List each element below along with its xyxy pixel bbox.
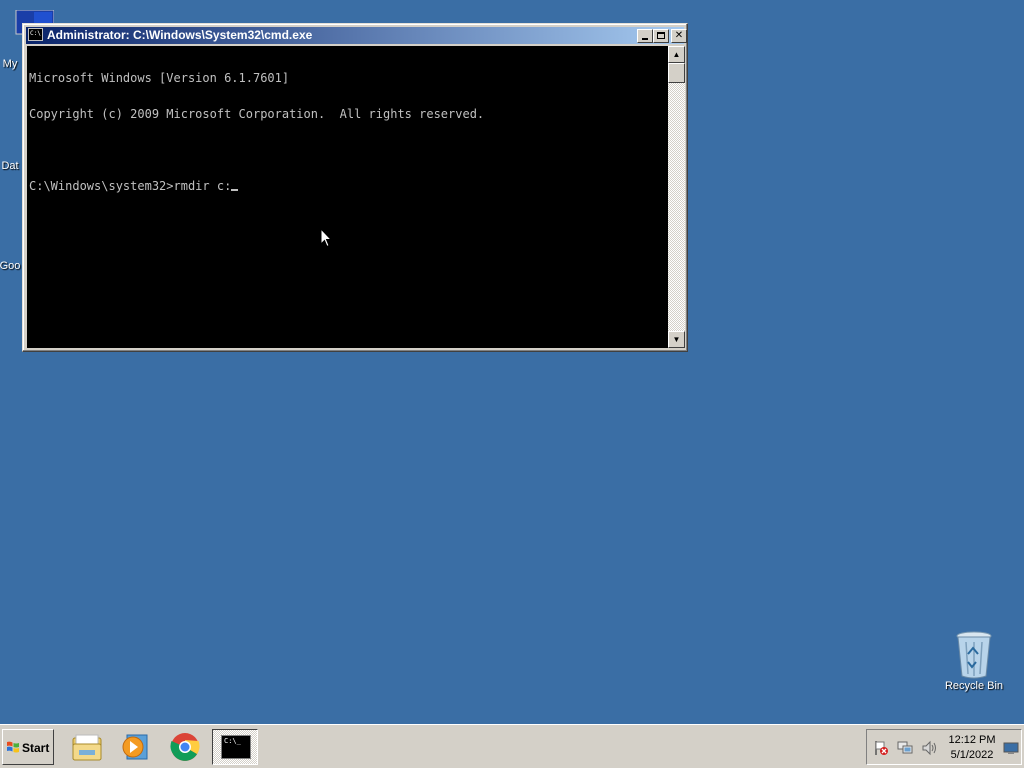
console-prompt-line: C:\Windows\system32>rmdir c: [29, 180, 670, 192]
network-icon[interactable] [897, 740, 913, 756]
start-button[interactable]: Start [2, 729, 54, 765]
maximize-button[interactable] [653, 29, 669, 43]
chrome-icon [170, 733, 200, 761]
taskbar-explorer-button[interactable] [64, 729, 110, 765]
recycle-bin-icon [954, 630, 994, 679]
media-player-icon [122, 734, 148, 760]
desktop-icon-label: Recycle Bin [944, 680, 1004, 692]
maximize-icon [657, 32, 665, 39]
scroll-thumb[interactable] [668, 63, 685, 83]
arrow-down-icon: ▼ [672, 335, 681, 344]
mouse-pointer-icon [320, 228, 332, 248]
cmd-window[interactable]: C:\ Administrator: C:\Windows\System32\c… [22, 23, 688, 352]
close-icon: ✕ [674, 30, 684, 41]
windows-logo-icon [7, 741, 19, 753]
shortcut-icon [1, 228, 53, 258]
text-cursor [231, 189, 239, 191]
minimize-button[interactable] [637, 29, 653, 43]
cmd-icon: C:\ [28, 28, 43, 41]
action-center-flag-icon[interactable] [873, 740, 889, 756]
window-titlebar[interactable]: C:\ Administrator: C:\Windows\System32\c… [26, 27, 687, 44]
cmd-icon: C:\_ [221, 735, 251, 759]
desktop-icon-recycle-bin[interactable]: Recycle Bin [938, 630, 1010, 692]
console-line: Microsoft Windows [Version 6.1.7601] [29, 71, 290, 85]
clock[interactable]: 12:12 PM 5/1/2022 [943, 733, 1001, 763]
close-button[interactable]: ✕ [671, 29, 687, 43]
volume-icon[interactable] [921, 740, 937, 756]
show-desktop-icon[interactable] [1003, 740, 1019, 756]
console-output[interactable]: Microsoft Windows [Version 6.1.7601] Cop… [27, 46, 670, 348]
scroll-down-button[interactable]: ▼ [668, 331, 685, 348]
shortcut-icon [1, 142, 53, 158]
desktop: My Dat Goo Recycle Bin C:\ Administrator… [0, 0, 1024, 768]
start-label: Start [22, 741, 50, 755]
system-tray: 12:12 PM 5/1/2022 [866, 729, 1022, 765]
console-command: C:\Windows\system32>rmdir c: [29, 179, 232, 193]
vertical-scrollbar[interactable]: ▲ ▼ [668, 46, 685, 348]
window-title: Administrator: C:\Windows\System32\cmd.e… [47, 28, 313, 42]
minimize-icon [642, 38, 648, 40]
arrow-up-icon: ▲ [672, 50, 681, 59]
taskbar-chrome-button[interactable] [162, 729, 208, 765]
taskbar-media-player-button[interactable] [112, 729, 158, 765]
clock-time: 12:12 PM [948, 734, 996, 746]
clock-date: 5/1/2022 [950, 749, 994, 761]
console-line: Copyright (c) 2009 Microsoft Corporation… [29, 107, 485, 121]
scroll-up-button[interactable]: ▲ [668, 46, 685, 63]
folder-icon [72, 734, 102, 761]
taskbar-cmd-button[interactable]: C:\_ [212, 729, 258, 765]
taskbar: Start C:\_ 12:12 PM 5/1/2022 [0, 724, 1024, 768]
